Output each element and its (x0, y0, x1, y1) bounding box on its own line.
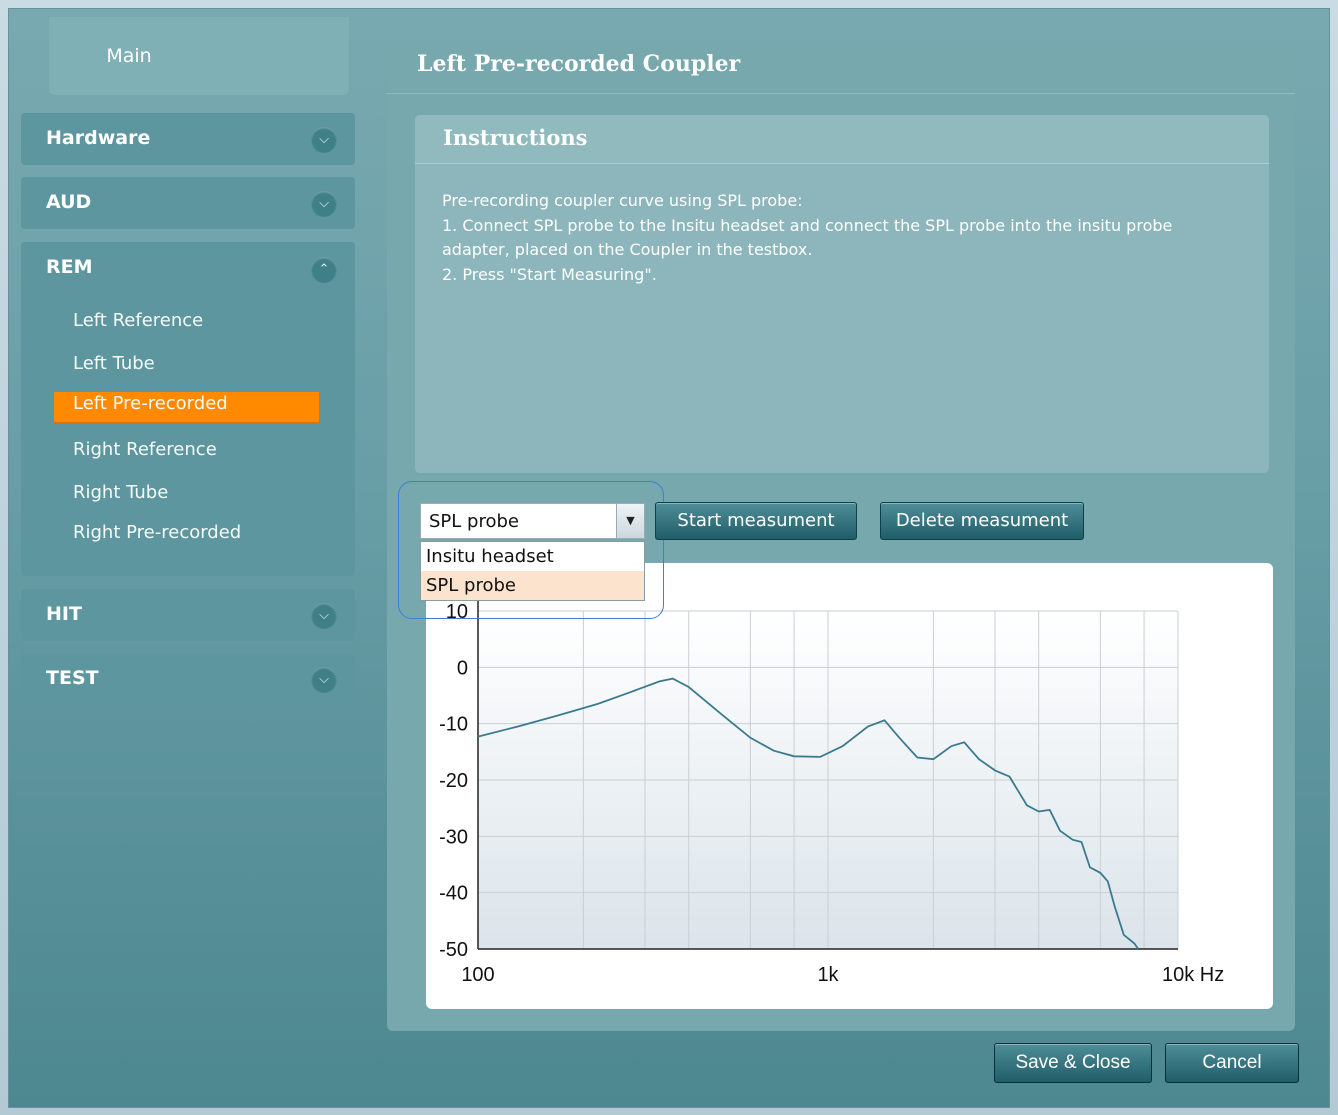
chevron-down-icon[interactable]: ⌵ (311, 191, 337, 217)
probe-select-value: SPL probe (429, 511, 519, 532)
x-tick-label: 1k (817, 964, 839, 986)
sidebar-item-left-pre-recorded[interactable]: Left Pre-recorded (73, 393, 228, 414)
probe-dropdown-list: Insitu headset SPL probe (420, 541, 645, 601)
save-close-button[interactable]: Save & Close (994, 1043, 1152, 1083)
sidebar-group-label: TEST (46, 667, 99, 689)
sidebar-item-right-tube[interactable]: Right Tube (73, 482, 168, 503)
instructions-title: Instructions (443, 125, 588, 150)
chevron-down-icon[interactable]: ⌵ (311, 667, 337, 693)
instructions-header: Instructions (415, 115, 1269, 164)
sidebar-group-label: Hardware (46, 127, 151, 149)
chevron-down-icon[interactable]: ⌵ (311, 127, 337, 153)
main-tab[interactable]: Main (49, 17, 349, 95)
probe-select[interactable]: SPL probe ▼ (420, 503, 645, 539)
chevron-up-icon[interactable]: ⌃ (311, 257, 337, 283)
sidebar-group-label: AUD (46, 191, 92, 213)
sidebar-group-hit[interactable]: HIT ⌵ (21, 589, 355, 641)
start-measurement-button[interactable]: Start measument (655, 502, 857, 540)
sidebar-group-hardware[interactable]: Hardware ⌵ (21, 113, 355, 165)
sidebar-item-left-reference[interactable]: Left Reference (73, 310, 203, 331)
sidebar-item-right-pre-recorded[interactable]: Right Pre-recorded (73, 522, 241, 543)
sidebar-group-label: HIT (46, 603, 82, 625)
instructions-box: Instructions Pre-recording coupler curve… (415, 115, 1269, 473)
dropdown-option-insitu-headset[interactable]: Insitu headset (421, 542, 644, 571)
y-tick-label: -50 (439, 939, 468, 961)
chart-area: 10 0 -10 -20 -30 -40 -50 100 1k 10k Hz (426, 563, 1273, 1009)
dialog-client-area: Main Hardware ⌵ AUD ⌵ REM ⌃ Left Referen… (8, 8, 1330, 1108)
window-frame: Main Hardware ⌵ AUD ⌵ REM ⌃ Left Referen… (0, 0, 1338, 1115)
sidebar-item-left-tube[interactable]: Left Tube (73, 353, 155, 374)
dropdown-option-spl-probe[interactable]: SPL probe (421, 571, 644, 600)
dropdown-arrow-icon[interactable]: ▼ (616, 504, 644, 538)
y-tick-label: -40 (439, 883, 468, 905)
y-tick-label: -10 (439, 714, 468, 736)
cancel-button[interactable]: Cancel (1165, 1043, 1299, 1083)
sidebar-item-right-reference[interactable]: Right Reference (73, 439, 217, 460)
chevron-down-icon[interactable]: ⌵ (311, 603, 337, 629)
page-title: Left Pre-recorded Coupler (417, 51, 741, 77)
sidebar-group-test[interactable]: TEST ⌵ (21, 653, 355, 705)
delete-measurement-button[interactable]: Delete measument (880, 502, 1084, 540)
y-tick-label: -20 (439, 770, 468, 792)
sidebar-group-label[interactable]: REM (46, 256, 93, 278)
y-tick-label: -30 (439, 826, 468, 848)
main-tab-label: Main (106, 45, 152, 67)
frequency-response-chart: 100-10-20-30-40-50100 1k 10k Hz (439, 601, 1224, 986)
x-tick-label: 100 (461, 964, 494, 986)
divider (387, 93, 1295, 94)
x-tick-label: 10k Hz (1162, 964, 1224, 986)
sidebar-group-aud[interactable]: AUD ⌵ (21, 177, 355, 229)
y-tick-label: 0 (457, 657, 468, 679)
instructions-text: Pre-recording coupler curve using SPL pr… (442, 191, 1173, 284)
